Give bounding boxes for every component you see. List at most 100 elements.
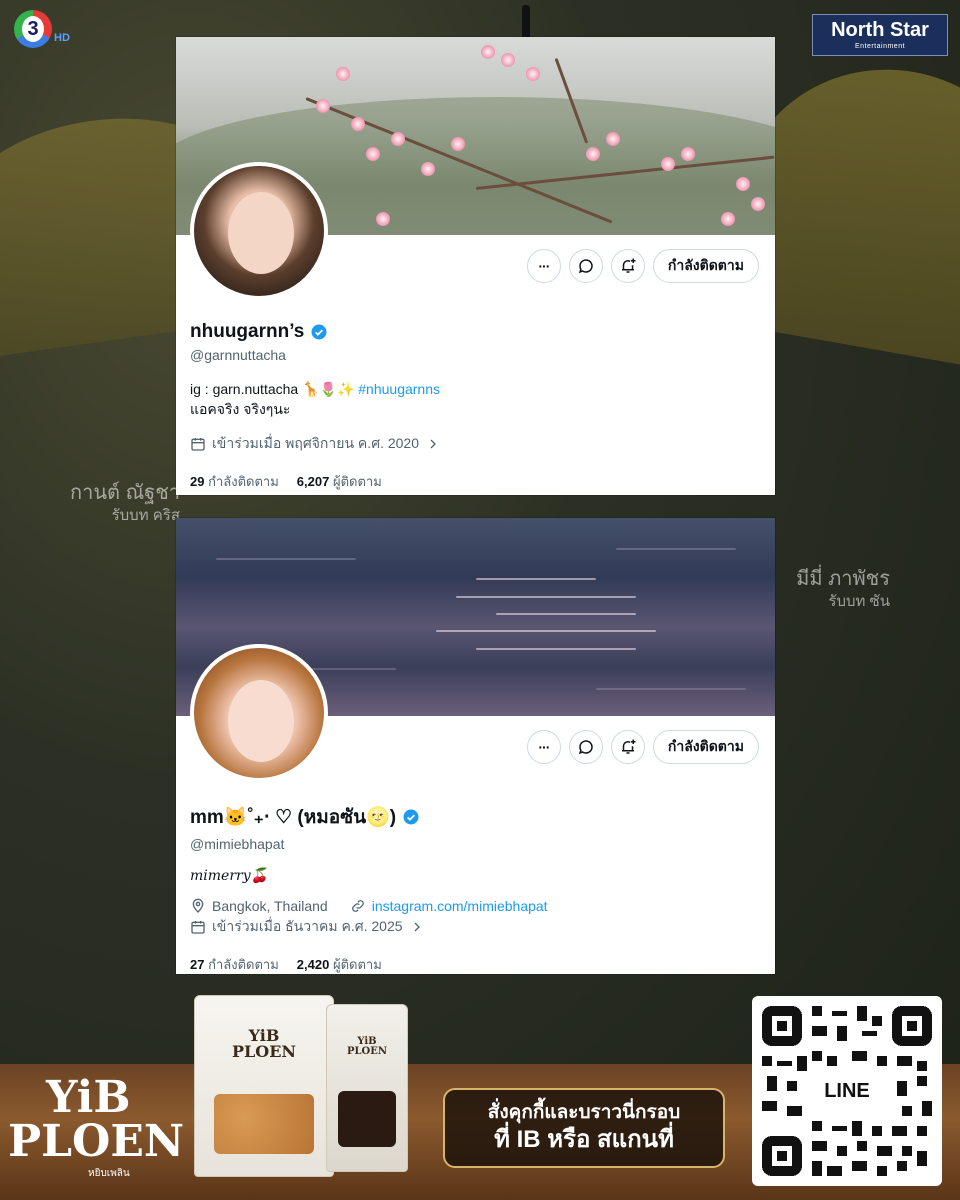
profile-stats: 27 กำลังติดตาม 2,420 ผู้ติดตาม <box>190 954 761 975</box>
profile-card-2: ··· กำลังติดตาม mm🐱˚₊‧ ♡ (หมอซัน🌝) @mimi… <box>176 518 775 974</box>
brand-line-1: YiB <box>46 1072 131 1123</box>
location-pin-icon <box>192 898 204 913</box>
following-label: กำลังติดตาม <box>208 957 279 972</box>
blossom <box>751 197 765 211</box>
channel-3-logo: 3 HD <box>14 10 70 50</box>
brand-line-2: PLOEN <box>8 1116 185 1167</box>
location-text: Bangkok, Thailand <box>212 898 328 914</box>
blossom <box>501 53 515 67</box>
message-button[interactable] <box>568 730 603 764</box>
bio-hashtag-link[interactable]: #nhuugarnns <box>358 381 440 397</box>
verified-badge-icon <box>403 809 419 825</box>
followers-count: 2,420 <box>296 957 330 972</box>
joined-date[interactable]: เข้าร่วมเมื่อ พฤศจิกายน ค.ศ. 2020 <box>190 433 761 455</box>
pouch-label: YiB PLOEN <box>346 1036 388 1057</box>
joined-date[interactable]: เข้าร่วมเมื่อ ธันวาคม ค.ศ. 2025 <box>190 916 761 938</box>
cast-name: มีมี่ ภาพัชร <box>796 568 890 590</box>
message-icon <box>578 740 593 755</box>
profile-meta-row: Bangkok, Thailand instagram.com/mimiebha… <box>190 898 761 914</box>
display-name: nhuugarnn’s <box>190 321 305 342</box>
followers-label: ผู้ติดตาม <box>332 474 382 489</box>
following-stat[interactable]: 27 กำลังติดตาม <box>190 954 279 975</box>
blossom <box>351 117 365 131</box>
cookie-window <box>214 1094 314 1154</box>
followers-count: 6,207 <box>296 474 330 489</box>
joined-text: เข้าร่วมเมื่อ พฤศจิกายน ค.ศ. 2020 <box>212 435 419 451</box>
bell-plus-icon <box>621 739 636 754</box>
water-ripple <box>476 648 636 650</box>
blossom <box>481 45 495 59</box>
more-button[interactable]: ··· <box>526 730 561 764</box>
north-star-subtitle: Entertainment <box>854 43 906 50</box>
brownie-window <box>338 1091 396 1147</box>
following-button[interactable]: กำลังติดตาม <box>652 730 759 764</box>
promo-line-2: ที่ IB หรือ สแกนที่ <box>494 1126 674 1153</box>
calendar-icon <box>191 921 205 934</box>
more-icon: ··· <box>538 739 550 755</box>
message-button[interactable] <box>568 249 603 283</box>
joined-text: เข้าร่วมเมื่อ ธันวาคม ค.ศ. 2025 <box>212 918 403 934</box>
profile-handle: @garnnuttacha <box>190 347 286 363</box>
profile-actions: ··· กำลังติดตาม <box>526 248 759 284</box>
profile-info: nhuugarnn’s @garnnuttacha ig : garn.nutt… <box>190 321 761 492</box>
profile-stats: 29 กำลังติดตาม 6,207 ผู้ติดตาม <box>190 471 761 492</box>
blossom <box>661 157 675 171</box>
water-ripple <box>216 558 356 560</box>
followers-stat[interactable]: 6,207 ผู้ติดตาม <box>297 471 382 492</box>
north-star-logo: North Star Entertainment <box>812 14 948 56</box>
bio-text-line2: แอคจริง จริงๆนะ <box>190 401 291 417</box>
website-link[interactable]: instagram.com/mimiebhapat <box>372 898 548 914</box>
notify-button[interactable] <box>610 730 645 764</box>
channel-number: 3 <box>22 16 44 42</box>
bell-plus-icon <box>621 258 636 273</box>
line-qr-code[interactable]: LINE <box>752 996 942 1186</box>
channel-hd-label: HD <box>54 32 70 44</box>
water-ripple <box>436 630 656 632</box>
blossom <box>606 132 620 146</box>
profile-handle: @mimiebhapat <box>190 836 285 852</box>
cast-credit-left: กานต์ ณัฐชา รับบท คริส <box>40 480 180 526</box>
blossom <box>736 177 750 191</box>
following-count: 29 <box>190 474 205 489</box>
profile-card-1: ··· กำลังติดตาม nhuugarnn’s @garnnuttach… <box>176 37 775 495</box>
following-stat[interactable]: 29 กำลังติดตาม <box>190 471 279 492</box>
blossom <box>421 162 435 176</box>
blossom <box>336 67 350 81</box>
blossom <box>391 132 405 146</box>
following-label: กำลังติดตาม <box>208 474 279 489</box>
blossom <box>721 212 735 226</box>
following-button[interactable]: กำลังติดตาม <box>652 249 759 283</box>
water-ripple <box>476 578 596 580</box>
more-button[interactable]: ··· <box>526 249 561 283</box>
link-icon <box>351 900 364 912</box>
profile-info: mm🐱˚₊‧ ♡ (หมอซัน🌝) @mimiebhapat mimerry🍒… <box>190 802 761 975</box>
followers-stat[interactable]: 2,420 ผู้ติดตาม <box>297 954 382 975</box>
notify-button[interactable] <box>610 249 645 283</box>
blossom <box>586 147 600 161</box>
cookie-pouch: YiB PLOEN <box>194 995 334 1177</box>
blossom <box>376 212 390 226</box>
profile-avatar[interactable] <box>190 162 328 300</box>
qr-line-label: LINE <box>818 1075 876 1107</box>
cast-role: รับบท ซัน <box>828 593 890 610</box>
blossom <box>681 147 695 161</box>
cast-credit-right: มีมี่ ภาพัชร รับบท ซัน <box>780 566 890 612</box>
promo-box: สั่งคุกกี้และบราวนี่กรอบ ที่ IB หรือ สแก… <box>443 1088 725 1168</box>
cast-name: กานต์ ณัฐชา <box>70 482 180 504</box>
following-count: 27 <box>190 957 205 972</box>
profile-avatar[interactable] <box>190 644 328 782</box>
chevron-right-icon <box>414 922 420 932</box>
water-ripple <box>596 688 746 690</box>
verified-badge-icon <box>311 324 327 340</box>
promo-line-1: สั่งคุกกี้และบราวนี่กรอบ <box>487 1102 681 1123</box>
display-name: mm🐱˚₊‧ ♡ (หมอซัน🌝) <box>190 807 397 828</box>
blossom <box>366 147 380 161</box>
pouch-label: YiB PLOEN <box>231 1026 297 1061</box>
brownie-pouch: YiB PLOEN <box>326 1004 408 1172</box>
profile-bio: ig : garn.nuttacha 🦒🌷✨ #nhuugarnns แอคจร… <box>190 379 761 419</box>
blossom <box>316 99 330 113</box>
water-ripple <box>616 548 736 550</box>
calendar-icon <box>191 438 205 451</box>
north-star-title: North Star <box>831 19 929 41</box>
blossom <box>526 67 540 81</box>
